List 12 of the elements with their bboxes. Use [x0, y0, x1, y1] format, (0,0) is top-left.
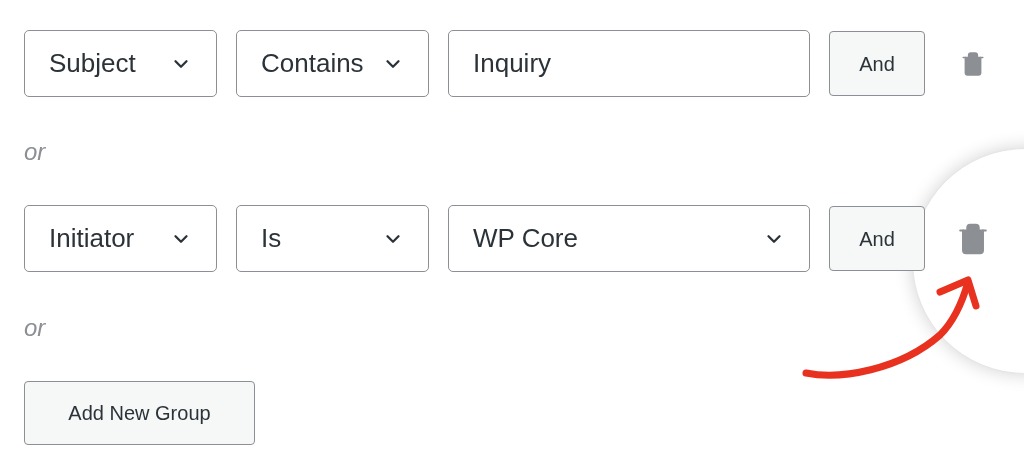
dropdown[interactable]: Is [236, 205, 429, 272]
and-button[interactable]: And [829, 206, 925, 271]
dropdown[interactable]: Subject [24, 30, 217, 97]
or-label: or [24, 139, 46, 165]
dropdown[interactable]: Contains [236, 30, 429, 97]
and-button[interactable]: And [829, 31, 925, 96]
trash-icon[interactable] [960, 49, 986, 78]
text-field[interactable]: Inquiry [448, 30, 810, 97]
dropdown[interactable]: Initiator [24, 205, 217, 272]
dropdown[interactable]: WP Core [448, 205, 810, 272]
or-label: or [24, 315, 46, 341]
add-group-button[interactable]: Add New Group [24, 381, 255, 445]
